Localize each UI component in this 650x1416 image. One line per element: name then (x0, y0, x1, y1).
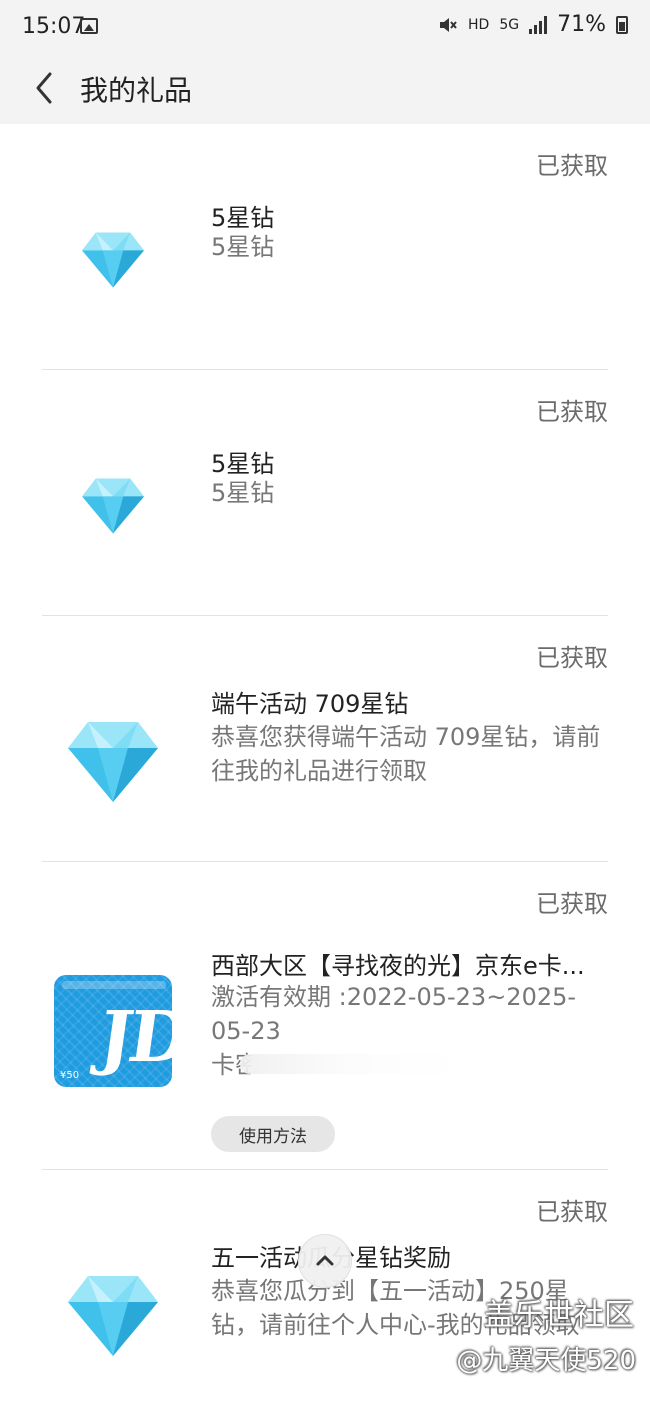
mute-icon (440, 17, 457, 32)
gift-list: 已获取 5星钻 5星钻 已获取 5星钻 5星钻 已获取 端午活动 709星钻 恭… (0, 124, 650, 1416)
gift-name: 5星钻 (211, 450, 275, 478)
gift-name: 西部大区【寻找夜的光】京东e卡... (211, 952, 585, 980)
diamond-icon (54, 232, 172, 288)
gift-status: 已获取 (536, 1198, 608, 1226)
gift-name: 5星钻 (211, 204, 275, 232)
gift-desc: 激活有效期 :2022-05-23~2025-05-23 (211, 983, 577, 1045)
signal-icon (529, 15, 548, 34)
chevron-up-icon (316, 1255, 334, 1266)
gallery-icon (80, 18, 98, 34)
status-icons: HD 5G 71% (438, 12, 628, 37)
gift-status: 已获取 (536, 152, 608, 180)
watermark-community: 盖乐世社区 (484, 1298, 634, 1333)
jd-logo: JD (94, 995, 172, 1078)
gift-status: 已获取 (536, 890, 608, 918)
scroll-to-top-button[interactable] (298, 1234, 352, 1288)
header: 我的礼品 (0, 56, 650, 124)
gift-status: 已获取 (536, 398, 608, 426)
gift-status: 已获取 (536, 644, 608, 672)
watermark-author: @九翼天使520 (456, 1346, 636, 1376)
redacted-card-key (240, 1054, 460, 1074)
jd-ecard-image: JD ¥50 (54, 975, 172, 1087)
gift-card[interactable]: 已获取 5星钻 5星钻 (0, 124, 650, 370)
network-type-label: 5G (499, 16, 520, 33)
battery-percent: 71% (557, 12, 606, 37)
usage-instructions-button[interactable]: 使用方法 (211, 1116, 335, 1152)
gift-desc: 恭喜您获得端午活动 709星钻，请前往我的礼品进行领取 (211, 723, 601, 785)
diamond-icon (54, 478, 172, 534)
gift-card[interactable]: 已获取 5星钻 5星钻 (0, 370, 650, 616)
page-title: 我的礼品 (80, 74, 193, 107)
gift-card[interactable]: 已获取 JD ¥50 西部大区【寻找夜的光】京东e卡... 激活有效期 :202… (0, 862, 650, 1170)
gift-desc: 5星钻 (211, 479, 275, 507)
gift-card[interactable]: 已获取 端午活动 709星钻 恭喜您获得端午活动 709星钻，请前往我的礼品进行… (0, 616, 650, 862)
gift-name: 五一活动瓜分星钻奖励 (211, 1238, 608, 1273)
back-arrow-icon[interactable] (28, 68, 68, 108)
card-value: ¥50 (60, 1070, 80, 1081)
gift-name: 端午活动 709星钻 (211, 690, 409, 718)
status-time: 15:07 (22, 14, 86, 39)
status-bar: 15:07 HD 5G 71% (0, 0, 650, 56)
diamond-icon (54, 1276, 172, 1356)
hd-label: HD (468, 16, 490, 33)
battery-icon (616, 15, 628, 34)
diamond-icon (54, 722, 172, 802)
gift-desc: 5星钻 (211, 233, 275, 261)
